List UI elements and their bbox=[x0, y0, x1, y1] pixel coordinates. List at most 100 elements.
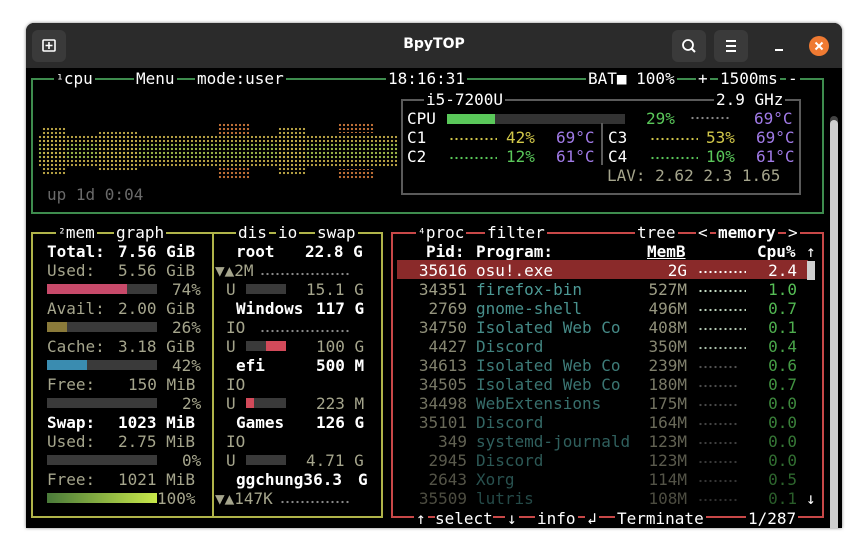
disk-root-io-graph bbox=[260, 272, 350, 276]
search-icon bbox=[682, 39, 696, 53]
mem-free-pct: 2% bbox=[182, 394, 202, 413]
disks-swap-toggle[interactable]: swap bbox=[315, 223, 358, 242]
col-mem[interactable]: MemB bbox=[647, 242, 686, 261]
cpu-model: i5-7200U bbox=[424, 90, 506, 109]
mem-graph-toggle[interactable]: graph bbox=[114, 223, 167, 242]
disk-windows-name: Windows bbox=[236, 299, 304, 318]
process-pid: 34498 bbox=[418, 394, 467, 413]
process-cpu: 0.6 bbox=[768, 356, 797, 375]
process-cpu: 0.7 bbox=[768, 299, 797, 318]
cpu-box-title: ¹cpu bbox=[54, 69, 95, 90]
proc-box-title: ⁴proc bbox=[416, 223, 467, 244]
scroll-down-icon[interactable]: ↓ bbox=[806, 489, 816, 508]
process-mem: 180M bbox=[648, 375, 687, 394]
process-mem: 239M bbox=[648, 356, 687, 375]
disk-root-size: 22.8 G bbox=[305, 242, 363, 261]
cpu-total-mini-graph bbox=[690, 116, 730, 120]
select-down-icon[interactable]: ↓ bbox=[505, 509, 519, 528]
col-cpu[interactable]: Cpu% bbox=[757, 242, 796, 261]
process-pid: 4427 bbox=[428, 337, 467, 356]
terminal-window: BpyTOP ¹cpu Menu mode:user 18:16:31 BAT■… bbox=[26, 23, 842, 528]
process-program: systemd-journald bbox=[476, 432, 631, 451]
minimize-icon bbox=[775, 49, 783, 51]
cpu-menu-label[interactable]: Menu bbox=[134, 69, 177, 88]
load-average: LAV: 2.62 2.3 1.65 bbox=[607, 166, 781, 185]
process-cpu: 0.1 bbox=[768, 489, 797, 508]
core-divider bbox=[601, 123, 603, 165]
disks-title[interactable]: dis bbox=[236, 223, 269, 242]
process-program: Isolated Web Co bbox=[476, 318, 621, 337]
swap-free-value: 1021 MiB bbox=[118, 470, 196, 489]
process-pid: 34613 bbox=[418, 356, 467, 375]
process-program: Discord bbox=[476, 337, 544, 356]
process-mem: 496M bbox=[648, 299, 687, 318]
process-mem: 408M bbox=[648, 318, 687, 337]
disk-efi-io: IO bbox=[226, 375, 246, 394]
core-c2-label: C2 bbox=[407, 147, 427, 166]
interval-increase[interactable]: + bbox=[696, 69, 710, 88]
cpu-total-label: CPU bbox=[407, 109, 436, 128]
proc-tree-toggle[interactable]: tree bbox=[635, 223, 678, 242]
cpu-total-bar-empty bbox=[495, 114, 625, 124]
process-cpu: 0.0 bbox=[768, 451, 797, 470]
process-cpu-graph bbox=[698, 422, 738, 426]
terminate-button[interactable]: Terminate bbox=[615, 509, 706, 528]
close-button[interactable] bbox=[809, 36, 829, 56]
mem-free-label: Free: bbox=[47, 375, 96, 394]
proc-sort-next[interactable]: > bbox=[786, 223, 800, 242]
info-button[interactable]: info bbox=[535, 509, 578, 528]
menu-button[interactable] bbox=[714, 30, 748, 62]
process-mem: 108M bbox=[648, 489, 687, 508]
process-mem: 114M bbox=[648, 470, 687, 489]
disk-games-size: 126 G bbox=[316, 413, 365, 432]
terminal-area: ¹cpu Menu mode:user 18:16:31 BAT■ 100% +… bbox=[26, 68, 842, 528]
disk-efi-free: 223 M bbox=[316, 394, 365, 413]
mem-cache-value: 3.18 GiB bbox=[118, 337, 196, 356]
select-label[interactable]: select bbox=[435, 509, 493, 528]
process-program: Xorg bbox=[476, 470, 515, 489]
process-pid: 35101 bbox=[418, 413, 467, 432]
mem-avail-pct: 26% bbox=[172, 318, 201, 337]
process-cpu-graph bbox=[698, 498, 738, 502]
process-program: WebExtensions bbox=[476, 394, 602, 413]
proc-filter[interactable]: filter bbox=[485, 223, 547, 242]
disk-root-io: ▼▲2M bbox=[215, 261, 254, 280]
col-pid[interactable]: Pid: bbox=[426, 242, 465, 261]
process-count: 1/287 bbox=[746, 509, 799, 528]
disk-windows-free: 100 G bbox=[316, 337, 365, 356]
disk-ggchung-size: G bbox=[358, 470, 368, 489]
process-cpu: 0.5 bbox=[768, 470, 797, 489]
process-cpu-graph bbox=[698, 384, 738, 388]
proc-sort-prev[interactable]: < bbox=[696, 223, 710, 242]
battery-status: BAT■ 100% bbox=[586, 69, 677, 88]
process-cpu: 0.0 bbox=[768, 432, 797, 451]
title-bar: BpyTOP bbox=[26, 23, 842, 68]
window-scrollbar-thumb[interactable] bbox=[830, 120, 838, 528]
mem-used-label: Used: bbox=[47, 261, 96, 280]
proc-scrollbar-thumb[interactable] bbox=[807, 261, 815, 280]
select-up-icon[interactable]: ↑ bbox=[414, 509, 428, 528]
mem-free-value: 150 MiB bbox=[128, 375, 196, 394]
swap-used-value: 2.75 MiB bbox=[118, 432, 196, 451]
interval-decrease[interactable]: - bbox=[786, 69, 800, 88]
disk-root-free: 15.1 G bbox=[306, 280, 364, 299]
cpu-mode-label[interactable]: mode:user bbox=[195, 69, 286, 88]
process-cpu-graph bbox=[698, 308, 746, 312]
enter-icon: ↲ bbox=[585, 509, 599, 528]
mem-box-title: ²mem bbox=[56, 223, 97, 244]
col-program[interactable]: Program: bbox=[476, 242, 553, 261]
disks-io-toggle[interactable]: io bbox=[276, 223, 300, 242]
disk-efi-name: efi bbox=[236, 356, 265, 375]
search-button[interactable] bbox=[672, 30, 706, 62]
process-mem: 527M bbox=[648, 280, 687, 299]
disk-windows-io: IO bbox=[226, 318, 246, 337]
process-pid: 349 bbox=[438, 432, 467, 451]
disk-games-name: Games bbox=[236, 413, 285, 432]
disk-windows-io-graph bbox=[260, 329, 350, 333]
process-pid: 2643 bbox=[428, 470, 467, 489]
core-c4-label: C4 bbox=[608, 147, 628, 166]
minimize-button[interactable] bbox=[770, 37, 788, 59]
mem-free-bar bbox=[47, 398, 157, 408]
core-c2-temp: 61°C bbox=[556, 147, 595, 166]
process-cpu-graph bbox=[698, 289, 746, 293]
